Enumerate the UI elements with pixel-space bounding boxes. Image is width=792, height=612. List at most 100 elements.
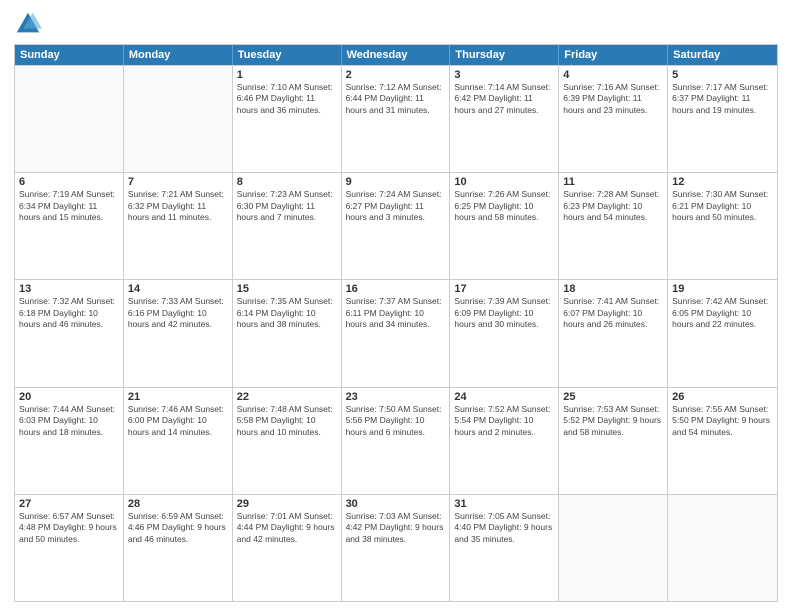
cell-info: Sunrise: 7:23 AM Sunset: 6:30 PM Dayligh…	[237, 189, 337, 223]
calendar-cell: 23Sunrise: 7:50 AM Sunset: 5:56 PM Dayli…	[342, 388, 451, 494]
header-day-sunday: Sunday	[15, 45, 124, 65]
cell-info: Sunrise: 7:16 AM Sunset: 6:39 PM Dayligh…	[563, 82, 663, 116]
header-day-thursday: Thursday	[450, 45, 559, 65]
calendar-cell: 8Sunrise: 7:23 AM Sunset: 6:30 PM Daylig…	[233, 173, 342, 279]
day-number: 3	[454, 69, 554, 81]
day-number: 9	[346, 176, 446, 188]
day-number: 13	[19, 283, 119, 295]
calendar-cell: 4Sunrise: 7:16 AM Sunset: 6:39 PM Daylig…	[559, 66, 668, 172]
day-number: 8	[237, 176, 337, 188]
cell-info: Sunrise: 7:21 AM Sunset: 6:32 PM Dayligh…	[128, 189, 228, 223]
cell-info: Sunrise: 7:26 AM Sunset: 6:25 PM Dayligh…	[454, 189, 554, 223]
calendar-cell: 30Sunrise: 7:03 AM Sunset: 4:42 PM Dayli…	[342, 495, 451, 601]
cell-info: Sunrise: 7:30 AM Sunset: 6:21 PM Dayligh…	[672, 189, 773, 223]
cell-info: Sunrise: 7:42 AM Sunset: 6:05 PM Dayligh…	[672, 296, 773, 330]
cell-info: Sunrise: 7:33 AM Sunset: 6:16 PM Dayligh…	[128, 296, 228, 330]
calendar-cell: 28Sunrise: 6:59 AM Sunset: 4:46 PM Dayli…	[124, 495, 233, 601]
calendar-cell: 16Sunrise: 7:37 AM Sunset: 6:11 PM Dayli…	[342, 280, 451, 386]
calendar-cell: 14Sunrise: 7:33 AM Sunset: 6:16 PM Dayli…	[124, 280, 233, 386]
cell-info: Sunrise: 7:24 AM Sunset: 6:27 PM Dayligh…	[346, 189, 446, 223]
cell-info: Sunrise: 7:44 AM Sunset: 6:03 PM Dayligh…	[19, 404, 119, 438]
calendar-cell: 24Sunrise: 7:52 AM Sunset: 5:54 PM Dayli…	[450, 388, 559, 494]
calendar-cell	[559, 495, 668, 601]
day-number: 23	[346, 391, 446, 403]
cell-info: Sunrise: 7:48 AM Sunset: 5:58 PM Dayligh…	[237, 404, 337, 438]
cell-info: Sunrise: 7:55 AM Sunset: 5:50 PM Dayligh…	[672, 404, 773, 438]
calendar-row-1: 6Sunrise: 7:19 AM Sunset: 6:34 PM Daylig…	[15, 172, 777, 279]
calendar-cell: 15Sunrise: 7:35 AM Sunset: 6:14 PM Dayli…	[233, 280, 342, 386]
cell-info: Sunrise: 7:17 AM Sunset: 6:37 PM Dayligh…	[672, 82, 773, 116]
logo	[14, 10, 46, 38]
calendar-row-4: 27Sunrise: 6:57 AM Sunset: 4:48 PM Dayli…	[15, 494, 777, 601]
day-number: 10	[454, 176, 554, 188]
cell-info: Sunrise: 6:59 AM Sunset: 4:46 PM Dayligh…	[128, 511, 228, 545]
calendar-cell	[15, 66, 124, 172]
calendar-cell: 5Sunrise: 7:17 AM Sunset: 6:37 PM Daylig…	[668, 66, 777, 172]
calendar-cell: 11Sunrise: 7:28 AM Sunset: 6:23 PM Dayli…	[559, 173, 668, 279]
calendar-cell: 21Sunrise: 7:46 AM Sunset: 6:00 PM Dayli…	[124, 388, 233, 494]
calendar-cell: 27Sunrise: 6:57 AM Sunset: 4:48 PM Dayli…	[15, 495, 124, 601]
day-number: 28	[128, 498, 228, 510]
calendar-header: SundayMondayTuesdayWednesdayThursdayFrid…	[15, 45, 777, 65]
header-day-monday: Monday	[124, 45, 233, 65]
cell-info: Sunrise: 7:28 AM Sunset: 6:23 PM Dayligh…	[563, 189, 663, 223]
cell-info: Sunrise: 7:19 AM Sunset: 6:34 PM Dayligh…	[19, 189, 119, 223]
header-day-wednesday: Wednesday	[342, 45, 451, 65]
day-number: 22	[237, 391, 337, 403]
cell-info: Sunrise: 7:46 AM Sunset: 6:00 PM Dayligh…	[128, 404, 228, 438]
day-number: 30	[346, 498, 446, 510]
header-day-friday: Friday	[559, 45, 668, 65]
day-number: 25	[563, 391, 663, 403]
day-number: 21	[128, 391, 228, 403]
day-number: 4	[563, 69, 663, 81]
calendar-cell: 13Sunrise: 7:32 AM Sunset: 6:18 PM Dayli…	[15, 280, 124, 386]
day-number: 2	[346, 69, 446, 81]
cell-info: Sunrise: 7:52 AM Sunset: 5:54 PM Dayligh…	[454, 404, 554, 438]
calendar-cell: 9Sunrise: 7:24 AM Sunset: 6:27 PM Daylig…	[342, 173, 451, 279]
cell-info: Sunrise: 7:01 AM Sunset: 4:44 PM Dayligh…	[237, 511, 337, 545]
day-number: 7	[128, 176, 228, 188]
header-day-saturday: Saturday	[668, 45, 777, 65]
calendar-cell: 31Sunrise: 7:05 AM Sunset: 4:40 PM Dayli…	[450, 495, 559, 601]
day-number: 24	[454, 391, 554, 403]
day-number: 26	[672, 391, 773, 403]
cell-info: Sunrise: 7:41 AM Sunset: 6:07 PM Dayligh…	[563, 296, 663, 330]
calendar-cell: 2Sunrise: 7:12 AM Sunset: 6:44 PM Daylig…	[342, 66, 451, 172]
calendar-cell: 1Sunrise: 7:10 AM Sunset: 6:46 PM Daylig…	[233, 66, 342, 172]
day-number: 1	[237, 69, 337, 81]
calendar-body: 1Sunrise: 7:10 AM Sunset: 6:46 PM Daylig…	[15, 65, 777, 601]
calendar-cell: 18Sunrise: 7:41 AM Sunset: 6:07 PM Dayli…	[559, 280, 668, 386]
cell-info: Sunrise: 7:05 AM Sunset: 4:40 PM Dayligh…	[454, 511, 554, 545]
day-number: 6	[19, 176, 119, 188]
calendar-cell: 29Sunrise: 7:01 AM Sunset: 4:44 PM Dayli…	[233, 495, 342, 601]
calendar-cell: 25Sunrise: 7:53 AM Sunset: 5:52 PM Dayli…	[559, 388, 668, 494]
calendar-row-3: 20Sunrise: 7:44 AM Sunset: 6:03 PM Dayli…	[15, 387, 777, 494]
calendar-cell: 6Sunrise: 7:19 AM Sunset: 6:34 PM Daylig…	[15, 173, 124, 279]
header	[14, 10, 778, 38]
day-number: 19	[672, 283, 773, 295]
calendar-cell: 3Sunrise: 7:14 AM Sunset: 6:42 PM Daylig…	[450, 66, 559, 172]
calendar-cell	[124, 66, 233, 172]
day-number: 17	[454, 283, 554, 295]
calendar-cell: 22Sunrise: 7:48 AM Sunset: 5:58 PM Dayli…	[233, 388, 342, 494]
calendar-cell: 26Sunrise: 7:55 AM Sunset: 5:50 PM Dayli…	[668, 388, 777, 494]
day-number: 31	[454, 498, 554, 510]
calendar: SundayMondayTuesdayWednesdayThursdayFrid…	[14, 44, 778, 602]
calendar-cell	[668, 495, 777, 601]
calendar-cell: 10Sunrise: 7:26 AM Sunset: 6:25 PM Dayli…	[450, 173, 559, 279]
cell-info: Sunrise: 7:39 AM Sunset: 6:09 PM Dayligh…	[454, 296, 554, 330]
cell-info: Sunrise: 7:03 AM Sunset: 4:42 PM Dayligh…	[346, 511, 446, 545]
calendar-cell: 17Sunrise: 7:39 AM Sunset: 6:09 PM Dayli…	[450, 280, 559, 386]
cell-info: Sunrise: 7:53 AM Sunset: 5:52 PM Dayligh…	[563, 404, 663, 438]
logo-icon	[14, 10, 42, 38]
day-number: 12	[672, 176, 773, 188]
cell-info: Sunrise: 7:14 AM Sunset: 6:42 PM Dayligh…	[454, 82, 554, 116]
cell-info: Sunrise: 7:37 AM Sunset: 6:11 PM Dayligh…	[346, 296, 446, 330]
calendar-row-0: 1Sunrise: 7:10 AM Sunset: 6:46 PM Daylig…	[15, 65, 777, 172]
calendar-cell: 12Sunrise: 7:30 AM Sunset: 6:21 PM Dayli…	[668, 173, 777, 279]
cell-info: Sunrise: 7:35 AM Sunset: 6:14 PM Dayligh…	[237, 296, 337, 330]
day-number: 5	[672, 69, 773, 81]
day-number: 29	[237, 498, 337, 510]
day-number: 27	[19, 498, 119, 510]
header-day-tuesday: Tuesday	[233, 45, 342, 65]
